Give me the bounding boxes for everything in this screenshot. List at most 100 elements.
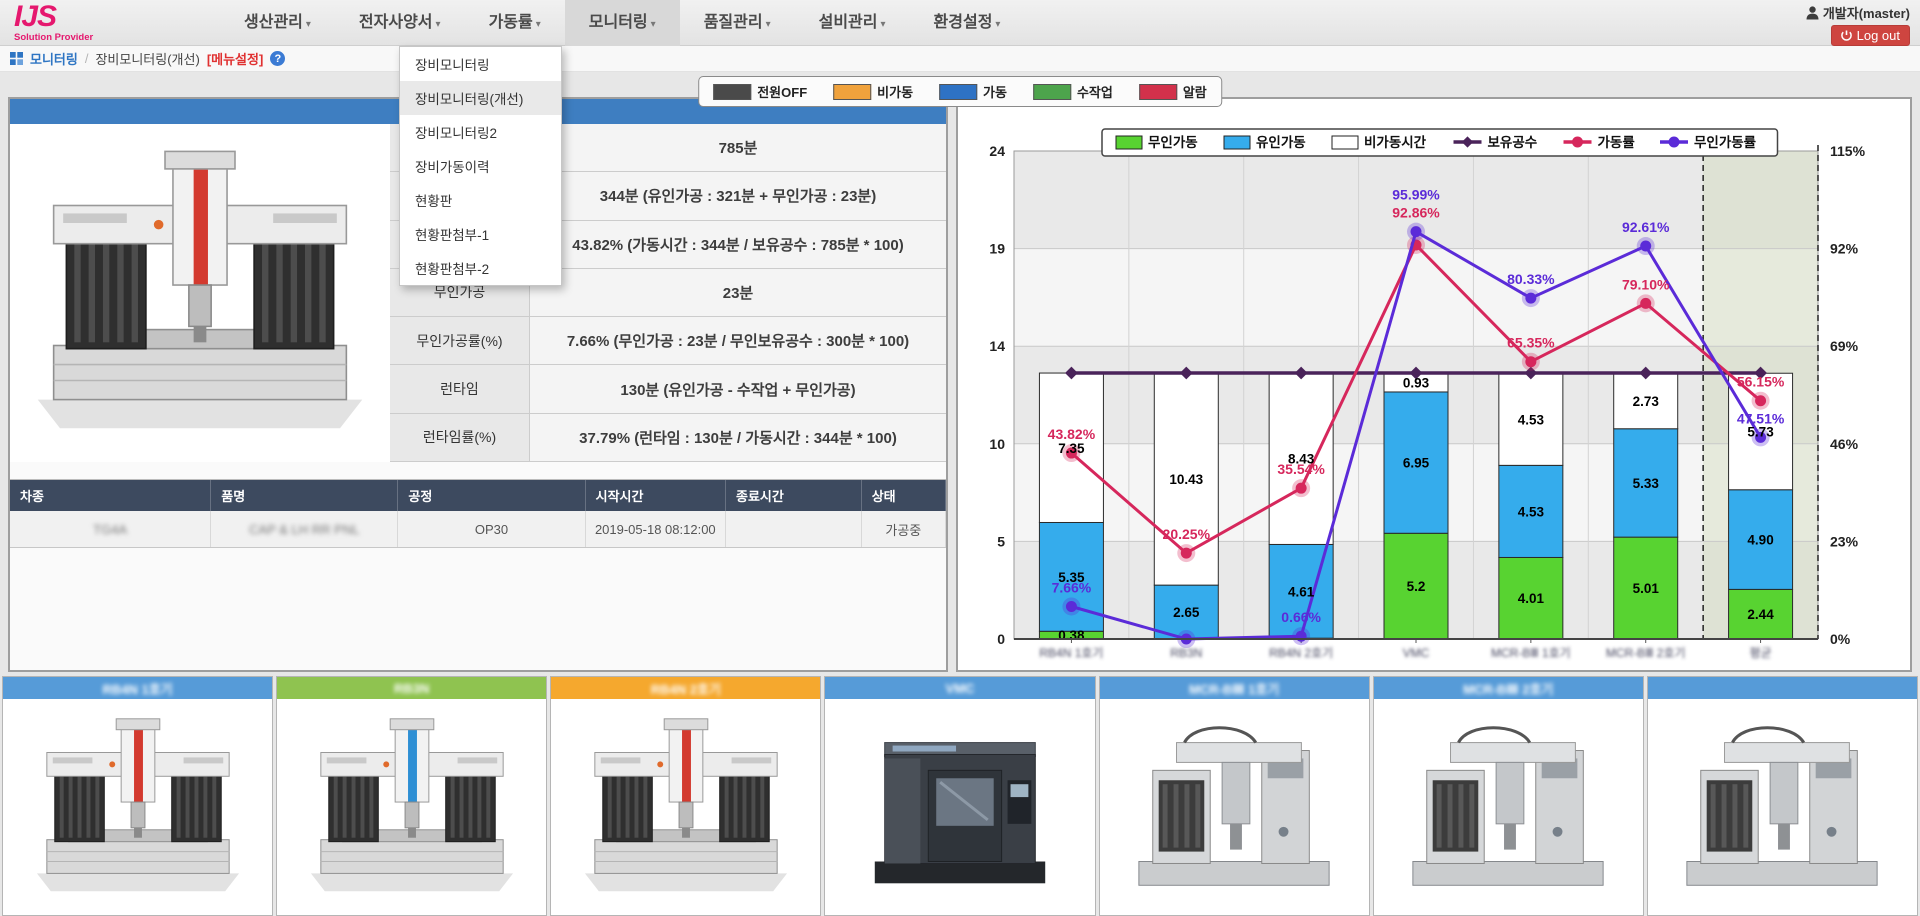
status-legend-label: 알람 xyxy=(1183,82,1207,101)
dropdown-item-2[interactable]: 장비모니터링(개선) xyxy=(400,81,561,115)
logo-subtext: Solution Provider xyxy=(14,33,184,43)
nav-item-2[interactable]: 전자사양서▾ xyxy=(335,0,465,46)
stat-row: 무인가공률(%)7.66% (무인가공 : 23분 / 무인보유공수 : 300… xyxy=(390,317,946,365)
help-icon[interactable]: ? xyxy=(270,51,285,66)
status-legend-item: 전원OFF xyxy=(713,82,807,101)
status-legend-item: 수작업 xyxy=(1033,82,1113,101)
job-cell-text: 가공중 xyxy=(885,520,921,539)
mcr-machine-image xyxy=(1399,709,1617,905)
svg-text:MCR-BⅢ 2호기: MCR-BⅢ 2호기 xyxy=(1606,646,1686,660)
svg-text:95.99%: 95.99% xyxy=(1392,187,1440,203)
svg-text:RB3N: RB3N xyxy=(1170,646,1202,660)
svg-text:0.38: 0.38 xyxy=(1058,628,1085,643)
user-box: 개발자(master) Log out xyxy=(1806,3,1910,47)
user-icon xyxy=(1806,6,1819,20)
status-legend-label: 전원OFF xyxy=(757,82,807,101)
svg-text:무인가동률: 무인가동률 xyxy=(1694,134,1757,150)
svg-text:92.61%: 92.61% xyxy=(1622,219,1670,235)
performance-combo-chart: 05101419240%23%46%69%92%115%0.385.357.35… xyxy=(958,99,1908,670)
stat-value: 7.66% (무인가공 : 23분 / 무인보유공수 : 300분 * 100) xyxy=(530,317,946,364)
svg-text:5: 5 xyxy=(997,533,1005,549)
svg-text:무인가동: 무인가동 xyxy=(1148,134,1198,150)
status-color-chip xyxy=(833,84,871,100)
top-nav-bar: IJS Solution Provider 생산관리▾전자사양서▾가동률▾모니터… xyxy=(0,0,1920,46)
machine-card[interactable]: VMC xyxy=(824,676,1095,916)
user-name: 개발자(master) xyxy=(1823,3,1910,22)
svg-text:2.44: 2.44 xyxy=(1747,607,1774,622)
machine-card-header: RB3N xyxy=(277,677,546,699)
machine-card-image xyxy=(551,699,820,915)
machine-card-name: RB3N xyxy=(394,681,429,696)
mcr-machine-image xyxy=(1125,709,1343,905)
gantry-machine-image xyxy=(577,709,795,905)
svg-text:115%: 115% xyxy=(1830,143,1866,159)
status-legend-label: 비가동 xyxy=(877,82,913,101)
breadcrumb: 모니터링 / 장비모니터링(개선) [메뉴설정] ? xyxy=(0,46,1920,72)
machine-card[interactable]: RB4N 2호기 xyxy=(550,676,821,916)
nav-item-3[interactable]: 가동률▾ xyxy=(465,0,565,46)
dropdown-item-4[interactable]: 장비가동이력 xyxy=(400,149,561,183)
performance-chart-panel: 05101419240%23%46%69%92%115%0.385.357.35… xyxy=(956,97,1912,672)
job-cell: 가공중 xyxy=(862,511,946,547)
breadcrumb-section[interactable]: 모니터링 xyxy=(30,49,78,68)
status-color-chip xyxy=(1139,84,1177,100)
job-table-body: TG4ACAP & LH RR PNLOP302019-05-18 08:12:… xyxy=(10,511,946,548)
stat-label: 무인가공률(%) xyxy=(390,317,530,364)
breadcrumb-separator: / xyxy=(85,51,89,66)
status-color-chip xyxy=(713,84,751,100)
job-cell: 2019-05-18 08:12:00 xyxy=(586,511,726,547)
machine-card[interactable]: RB3N xyxy=(276,676,547,916)
svg-text:35.54%: 35.54% xyxy=(1277,461,1325,477)
machine-card[interactable]: MCR-BⅢ 2호기 xyxy=(1373,676,1644,916)
nav-item-7[interactable]: 환경설정▾ xyxy=(910,0,1025,46)
machine-card-header: VMC xyxy=(825,677,1094,699)
svg-text:7.66%: 7.66% xyxy=(1052,579,1092,595)
svg-text:VMC: VMC xyxy=(1403,646,1430,660)
menu-settings-link[interactable]: [메뉴설정] xyxy=(207,49,264,68)
machine-card-name: RB4N 2호기 xyxy=(651,679,721,698)
dropdown-item-3[interactable]: 장비모니터링2 xyxy=(400,115,561,149)
svg-text:2.65: 2.65 xyxy=(1173,605,1200,620)
dropdown-item-6[interactable]: 현황판첨부-1 xyxy=(400,217,561,251)
dropdown-item-1[interactable]: 장비모니터링 xyxy=(400,47,561,81)
dropdown-item-7[interactable]: 현황판첨부-2 xyxy=(400,251,561,285)
nav-item-1[interactable]: 생산관리▾ xyxy=(220,0,335,46)
svg-text:보유공수: 보유공수 xyxy=(1488,135,1538,150)
stat-value: 344분 (유인가공 : 321분 + 무인가공 : 23분) xyxy=(530,172,946,219)
machine-photo xyxy=(10,124,390,462)
svg-text:5.73: 5.73 xyxy=(1747,424,1774,439)
app-logo[interactable]: IJS Solution Provider xyxy=(14,2,184,43)
logout-button[interactable]: Log out xyxy=(1831,25,1910,46)
dropdown-item-5[interactable]: 현황판 xyxy=(400,183,561,217)
machine-card-name: MCR-BⅢ 2호기 xyxy=(1463,679,1553,698)
machine-card[interactable] xyxy=(1647,676,1918,916)
svg-text:4.53: 4.53 xyxy=(1518,412,1545,427)
svg-text:RB4N 2호기: RB4N 2호기 xyxy=(1269,646,1333,660)
svg-text:4.61: 4.61 xyxy=(1288,584,1315,599)
svg-text:가동률: 가동률 xyxy=(1598,134,1636,150)
job-table-header: 차종품명공정시작시간종료시간상태 xyxy=(10,480,946,511)
machine-card-header: RB4N 2호기 xyxy=(551,677,820,699)
status-legend-item: 알람 xyxy=(1139,82,1207,101)
nav-item-4[interactable]: 모니터링▾ xyxy=(565,0,680,46)
svg-text:RB4N 1호기: RB4N 1호기 xyxy=(1039,646,1103,660)
svg-text:10.43: 10.43 xyxy=(1169,472,1203,487)
breadcrumb-page: 장비모니터링(개선) xyxy=(95,49,199,68)
chevron-down-icon: ▾ xyxy=(436,19,441,30)
nav-item-5[interactable]: 품질관리▾ xyxy=(680,0,795,46)
mcr-machine-image xyxy=(1673,709,1891,905)
svg-text:4.01: 4.01 xyxy=(1518,591,1545,606)
grid-icon xyxy=(10,52,23,65)
svg-text:92.86%: 92.86% xyxy=(1392,205,1440,221)
logout-label: Log out xyxy=(1857,28,1900,43)
chevron-down-icon: ▾ xyxy=(651,19,656,30)
chevron-down-icon: ▾ xyxy=(536,19,541,30)
stat-value: 785분 xyxy=(530,124,946,171)
machine-status-legend: 전원OFF비가동가동수작업알람 xyxy=(698,76,1222,107)
svg-text:6.95: 6.95 xyxy=(1403,456,1430,471)
machine-card[interactable]: MCR-BⅢ 1호기 xyxy=(1099,676,1370,916)
nav-item-6[interactable]: 설비관리▾ xyxy=(795,0,910,46)
machine-card[interactable]: RB4N 1호기 xyxy=(2,676,273,916)
svg-text:19: 19 xyxy=(989,241,1005,257)
machine-card-image xyxy=(825,699,1094,915)
